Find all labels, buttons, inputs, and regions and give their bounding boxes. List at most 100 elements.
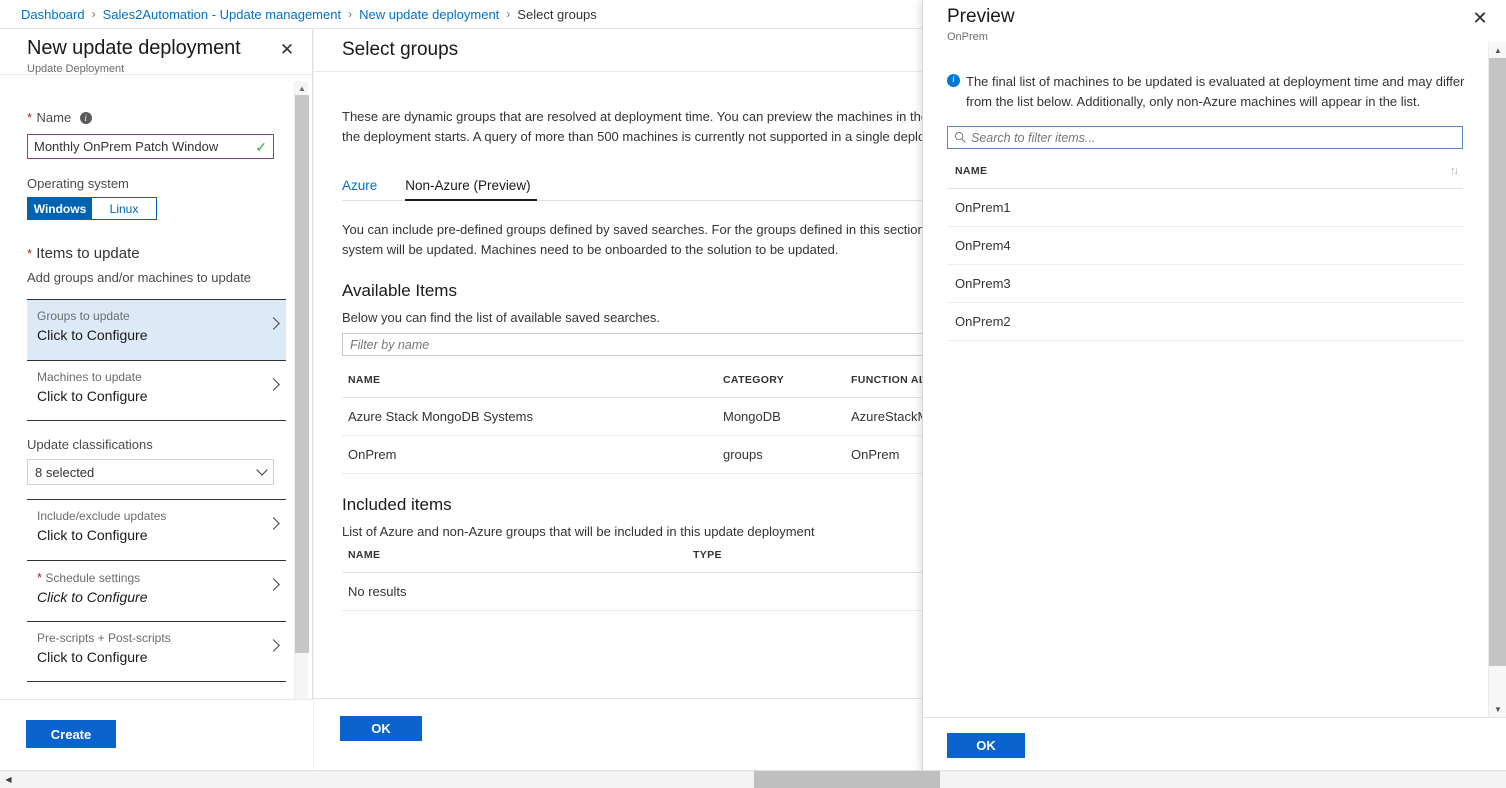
scroll-up-arrow-icon[interactable]: ▲ — [295, 81, 309, 95]
breadcrumb-item-new-update-deployment[interactable]: New update deployment — [359, 7, 499, 22]
preview-footer: OK — [923, 717, 1506, 773]
config-row-include-exclude-updates[interactable]: Include/exclude updates Click to Configu… — [27, 499, 286, 560]
operating-system-toggle[interactable]: Windows Linux — [27, 197, 157, 220]
scrollbar-thumb[interactable] — [1489, 58, 1506, 666]
config-row-value: Click to Configure — [37, 589, 260, 605]
config-row-title: * Schedule settings — [37, 570, 260, 585]
required-star-icon: * — [27, 246, 32, 261]
scroll-up-arrow-icon[interactable]: ▲ — [1489, 42, 1506, 58]
horizontal-scrollbar[interactable]: ◀ — [0, 770, 1506, 788]
cell-name[interactable]: Azure Stack MongoDB Systems — [342, 398, 717, 436]
breadcrumb-separator-icon: › — [348, 7, 352, 21]
config-row-value: Click to Configure — [37, 388, 260, 404]
breadcrumb-item-dashboard[interactable]: Dashboard — [21, 7, 85, 22]
os-option-linux[interactable]: Linux — [92, 198, 156, 219]
update-classifications-select[interactable]: 8 selected — [27, 459, 274, 485]
cell-machine-name[interactable]: OnPrem2 — [947, 303, 1463, 341]
items-to-update-heading: * Items to update — [27, 245, 286, 262]
azure-portal-screen: Dashboard › Sales2Automation - Update ma… — [0, 0, 1506, 788]
config-row-machines-to-update[interactable]: Machines to update Click to Configure — [27, 360, 286, 421]
breadcrumb-separator-icon: › — [92, 7, 96, 21]
cell-name[interactable]: OnPrem — [342, 436, 717, 474]
column-header-category[interactable]: CATEGORY — [717, 374, 845, 398]
table-row[interactable]: OnPrem2 — [947, 303, 1463, 341]
column-header-name[interactable]: NAME — [342, 374, 717, 398]
table-row[interactable]: OnPrem1 — [947, 189, 1463, 227]
preview-search-wrapper — [947, 126, 1463, 149]
valid-check-icon: ✓ — [255, 138, 267, 156]
info-icon[interactable]: i — [80, 112, 92, 124]
preview-body: i The final list of machines to be updat… — [923, 42, 1506, 717]
preview-title: Preview — [947, 6, 1506, 28]
scroll-down-arrow-icon[interactable]: ▼ — [1489, 701, 1506, 717]
breadcrumb-item-select-groups: Select groups — [517, 7, 597, 22]
table-row[interactable]: OnPrem4 — [947, 227, 1463, 265]
name-label: Name — [37, 110, 72, 125]
left-blade-header: New update deployment Update Deployment … — [0, 29, 312, 75]
update-classifications-label: Update classifications — [27, 437, 286, 452]
tab-non-azure-preview[interactable]: Non-Azure (Preview) — [405, 178, 536, 200]
table-header-row: NAME ↑↓ — [947, 165, 1463, 189]
preview-blade: Preview OnPrem ✕ i The final list of mac… — [922, 0, 1506, 773]
config-row-title: Groups to update — [37, 309, 260, 323]
config-rows-group-1: Groups to update Click to Configure Mach… — [27, 299, 286, 421]
items-to-update-subtext: Add groups and/or machines to update — [27, 270, 286, 285]
preview-search-input[interactable] — [948, 127, 1462, 148]
config-rows-group-2: Include/exclude updates Click to Configu… — [27, 499, 286, 682]
chevron-right-icon — [267, 517, 280, 530]
cell-category[interactable]: MongoDB — [717, 398, 845, 436]
os-option-windows[interactable]: Windows — [28, 198, 92, 219]
breadcrumb-item-update-management[interactable]: Sales2Automation - Update management — [103, 7, 341, 22]
config-row-value: Click to Configure — [37, 327, 260, 343]
name-input[interactable] — [28, 135, 273, 158]
cell-category[interactable]: groups — [717, 436, 845, 474]
name-input-wrapper: ✓ — [27, 134, 274, 159]
preview-info-text: The final list of machines to be updated… — [966, 74, 1464, 109]
update-classifications-select-wrapper: 8 selected — [27, 452, 274, 485]
config-row-schedule-settings[interactable]: * Schedule settings Click to Configure — [27, 560, 286, 621]
left-blade-title: New update deployment — [27, 37, 312, 60]
info-icon: i — [947, 74, 960, 87]
name-field-group: * Name i ✓ — [27, 109, 286, 159]
column-header-name[interactable]: NAME — [342, 549, 687, 573]
chevron-right-icon — [267, 317, 280, 330]
ok-button-preview[interactable]: OK — [947, 733, 1025, 758]
config-row-title: Machines to update — [37, 370, 260, 384]
preview-scrollbar[interactable]: ▲ ▼ — [1488, 42, 1506, 717]
chevron-right-icon — [267, 378, 280, 391]
required-star-icon: * — [37, 570, 42, 585]
cell-machine-name[interactable]: OnPrem1 — [947, 189, 1463, 227]
config-row-pre-post-scripts[interactable]: Pre-scripts + Post-scripts Click to Conf… — [27, 621, 286, 682]
horizontal-scrollbar-thumb[interactable] — [754, 771, 940, 788]
preview-header: Preview OnPrem ✕ — [923, 0, 1506, 42]
config-row-title-text: Schedule settings — [45, 571, 140, 585]
config-row-value: Click to Configure — [37, 527, 260, 543]
ok-button-select-groups[interactable]: OK — [340, 716, 422, 741]
items-to-update-label: Items to update — [36, 245, 139, 262]
left-blade-footer: Create — [0, 699, 313, 770]
chevron-right-icon — [267, 639, 280, 652]
cell-machine-name[interactable]: OnPrem4 — [947, 227, 1463, 265]
required-star-icon: * — [27, 110, 32, 125]
column-sort-toggle[interactable]: ↑↓ — [1286, 165, 1463, 189]
config-row-groups-to-update[interactable]: Groups to update Click to Configure — [27, 299, 286, 360]
preview-machines-table: NAME ↑↓ OnPrem1 OnPrem4 OnPrem3 — [947, 165, 1463, 341]
cell-machine-name[interactable]: OnPrem3 — [947, 265, 1463, 303]
scroll-left-arrow-icon[interactable]: ◀ — [2, 773, 15, 786]
tab-azure[interactable]: Azure — [342, 178, 383, 200]
column-header-name[interactable]: NAME — [947, 165, 1286, 189]
config-row-title: Pre-scripts + Post-scripts — [37, 631, 260, 645]
update-classifications-group: Update classifications 8 selected — [27, 437, 286, 485]
table-row[interactable]: OnPrem3 — [947, 265, 1463, 303]
operating-system-label: Operating system — [27, 176, 286, 191]
chevron-right-icon — [267, 578, 280, 591]
sort-arrows-icon: ↑↓ — [1450, 165, 1457, 177]
close-icon[interactable]: ✕ — [276, 39, 298, 61]
close-icon[interactable]: ✕ — [1469, 7, 1491, 29]
left-blade-scrollbar[interactable]: ▲ ▼ — [294, 81, 308, 729]
create-button[interactable]: Create — [26, 720, 116, 748]
breadcrumb-separator-icon: › — [506, 7, 510, 21]
config-row-title: Include/exclude updates — [37, 509, 260, 523]
config-row-value: Click to Configure — [37, 649, 260, 665]
scrollbar-thumb[interactable] — [295, 95, 309, 653]
